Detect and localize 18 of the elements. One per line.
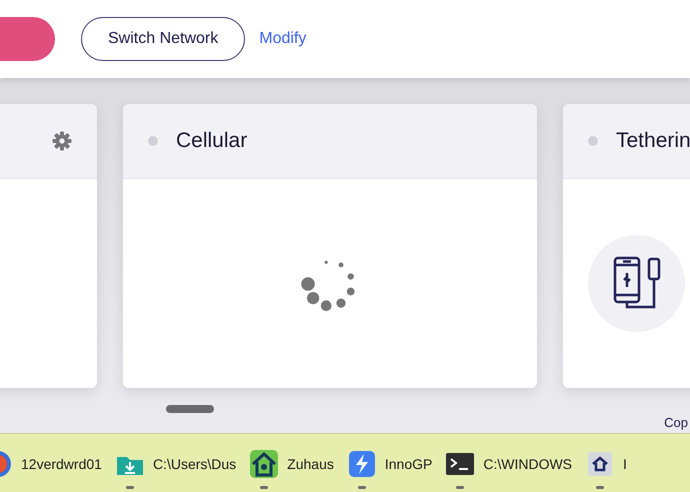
taskbar-label[interactable]: 12verdwrd01 — [21, 456, 102, 472]
copyright-text: Cop — [664, 415, 688, 430]
taskbar-label[interactable]: I — [623, 456, 627, 472]
taskbar-label[interactable]: Zuhaus — [287, 456, 334, 472]
card-title: Cellular — [176, 129, 248, 153]
taskbar-label[interactable]: C:\Users\Dus — [152, 456, 236, 472]
scroll-indicator[interactable] — [166, 405, 214, 413]
house-icon[interactable] — [586, 450, 614, 478]
taskbar-label[interactable]: InnoGP — [384, 456, 432, 472]
modify-link[interactable]: Modify — [259, 30, 306, 48]
lightning-icon[interactable] — [348, 450, 376, 478]
card-title: Tetherin — [616, 129, 690, 153]
house-icon[interactable] — [250, 450, 278, 478]
settings-icon[interactable] — [52, 131, 72, 151]
status-dot — [148, 136, 158, 146]
switch-network-button[interactable]: Switch Network — [81, 17, 246, 61]
status-dot — [588, 136, 598, 146]
taskbar-label[interactable]: C:\WINDOWS — [483, 456, 572, 472]
